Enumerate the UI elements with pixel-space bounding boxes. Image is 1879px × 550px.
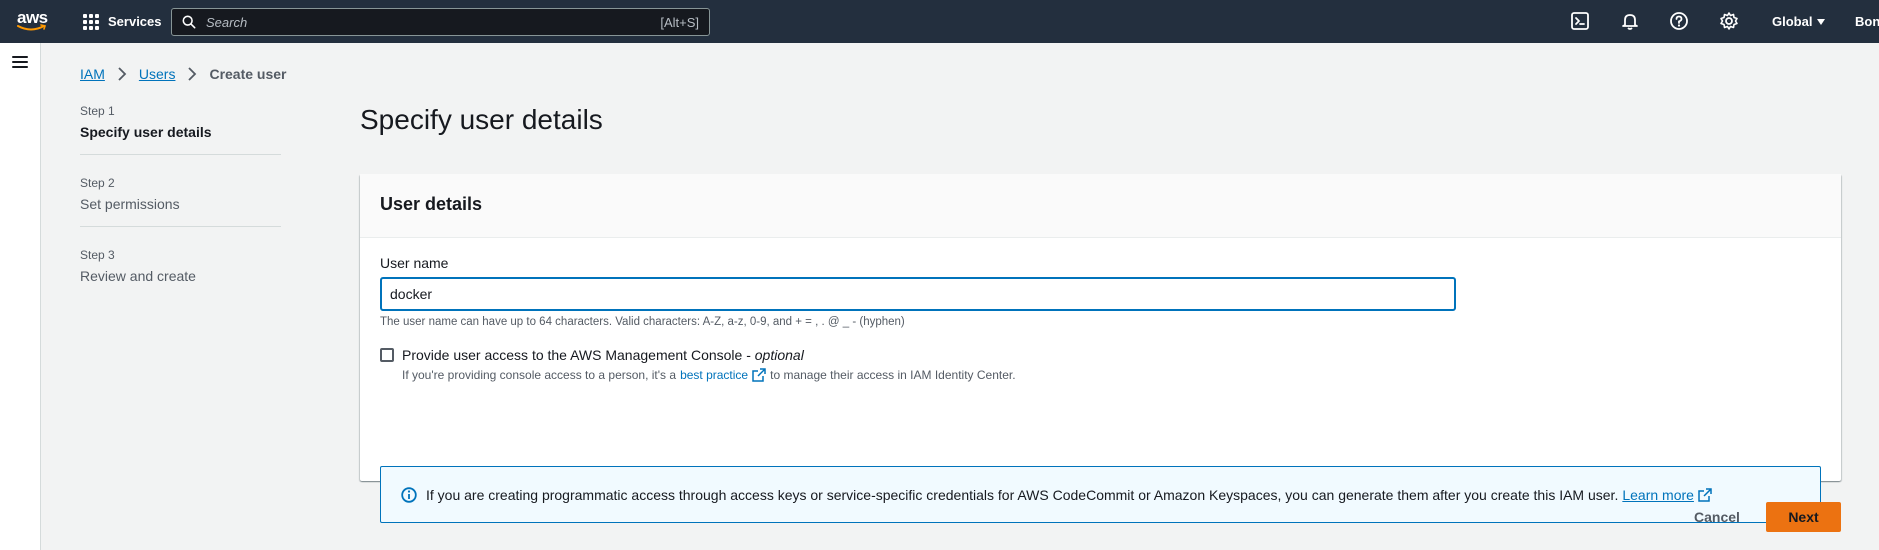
step-review-and-create[interactable]: Step 3 Review and create: [80, 248, 281, 298]
external-link-icon: [752, 368, 766, 382]
info-icon: [401, 486, 417, 503]
hamburger-menu-icon[interactable]: [12, 56, 28, 70]
page-title: Specify user details: [360, 104, 603, 135]
next-button[interactable]: Next: [1766, 502, 1841, 532]
wizard-steps: Step 1 Specify user details Step 2 Set p…: [80, 104, 281, 319]
chevron-right-icon: [188, 67, 197, 81]
external-link-icon: [1698, 487, 1712, 502]
panel-body: User name The user name can have up to 6…: [360, 238, 1841, 523]
best-practice-link[interactable]: best practice: [680, 368, 748, 382]
username-input[interactable]: [380, 277, 1456, 311]
help-icon[interactable]: [1669, 11, 1689, 31]
console-access-option: Provide user access to the AWS Managemen…: [380, 347, 1821, 382]
username-label: User name: [380, 255, 449, 271]
region-label: Global: [1772, 14, 1813, 29]
breadcrumb-current: Create user: [209, 66, 287, 82]
top-navigation: aws Services [Alt+S]: [0, 0, 1879, 43]
search-input[interactable]: [206, 14, 661, 30]
caret-down-icon: [1817, 18, 1826, 25]
search-shortcut: [Alt+S]: [660, 14, 699, 30]
chevron-right-icon: [118, 67, 127, 81]
step-specify-user-details[interactable]: Step 1 Specify user details: [80, 104, 281, 155]
search-box[interactable]: [Alt+S]: [171, 8, 710, 36]
cloudshell-icon[interactable]: [1570, 11, 1590, 31]
learn-more-link[interactable]: Learn more: [1622, 487, 1694, 503]
settings-icon[interactable]: [1719, 11, 1739, 31]
console-access-label[interactable]: Provide user access to the AWS Managemen…: [402, 347, 1016, 363]
account-menu[interactable]: Bon: [1855, 0, 1879, 43]
step-name: Review and create: [80, 268, 196, 284]
account-label: Bon: [1855, 14, 1879, 29]
aws-logo[interactable]: aws: [17, 9, 51, 35]
services-label: Services: [108, 14, 162, 29]
step-set-permissions[interactable]: Step 2 Set permissions: [80, 176, 281, 227]
grid-icon: [83, 13, 99, 30]
breadcrumb-iam[interactable]: IAM: [80, 66, 105, 82]
cancel-button[interactable]: Cancel: [1674, 502, 1760, 532]
username-hint: The user name can have up to 64 characte…: [380, 316, 905, 328]
console-access-checkbox[interactable]: [380, 348, 394, 362]
panel-title: User details: [380, 194, 483, 214]
region-selector[interactable]: Global: [1772, 0, 1826, 43]
breadcrumb-users[interactable]: Users: [139, 66, 176, 82]
step-label: Step 2: [80, 176, 115, 190]
notifications-icon[interactable]: [1620, 11, 1640, 31]
search-icon: [182, 15, 196, 29]
services-menu-button[interactable]: Services: [83, 0, 162, 43]
info-text: If you are creating programmatic access …: [426, 486, 1619, 503]
step-name: Set permissions: [80, 196, 180, 212]
breadcrumb: IAM Users Create user: [80, 66, 287, 82]
user-details-panel: User details User name The user name can…: [360, 174, 1841, 523]
side-navigation-rail: [0, 43, 41, 550]
panel-header: User details: [360, 174, 1841, 238]
step-name: Specify user details: [80, 124, 212, 140]
step-label: Step 3: [80, 248, 115, 262]
console-access-description: If you're providing console access to a …: [402, 368, 1016, 382]
optional-label: optional: [754, 347, 804, 363]
step-label: Step 1: [80, 104, 115, 118]
info-alert: If you are creating programmatic access …: [380, 466, 1821, 523]
